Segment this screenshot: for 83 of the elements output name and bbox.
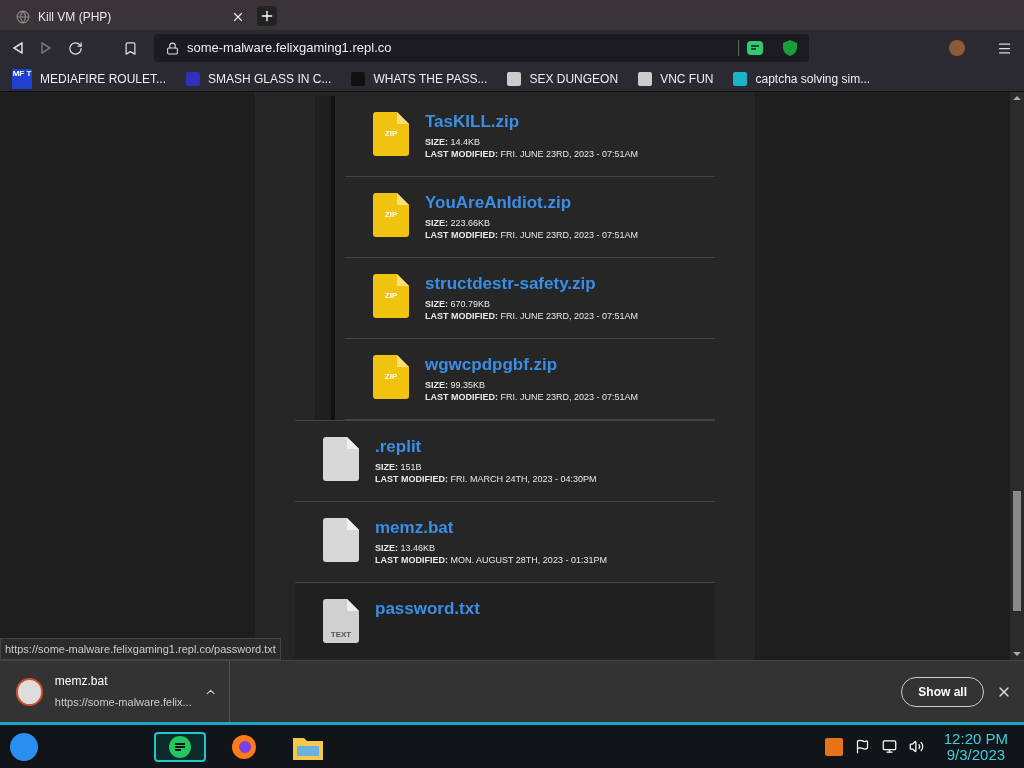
tab-title: Kill VM (PHP) — [38, 9, 113, 26]
bookmark-icon[interactable] — [123, 40, 138, 56]
bookmark-label: captcha solving sim... — [755, 70, 871, 88]
favicon-icon — [186, 71, 201, 86]
favicon-icon — [507, 71, 522, 86]
favicon-icon — [351, 71, 366, 86]
plus-icon — [259, 8, 275, 24]
start-button[interactable] — [8, 730, 40, 763]
bookmark-label: VNC FUN — [660, 70, 714, 88]
file-link[interactable]: YouAreAnIdiot.zip — [425, 193, 639, 213]
flag-icon[interactable] — [854, 739, 870, 754]
file-link[interactable]: memz.bat — [375, 518, 607, 538]
bookmark-item[interactable]: captcha solving sim... — [733, 69, 871, 88]
forward-icon[interactable] — [40, 42, 52, 54]
download-url: https://some-malware.felix... — [54, 695, 192, 711]
chat-app-icon — [169, 735, 191, 758]
address-text: some-malware.felixgaming1.repl.co — [187, 39, 393, 58]
bookmark-favicon: MF T — [12, 68, 32, 89]
address-bar[interactable]: some-malware.felixgaming1.repl.co — [154, 34, 809, 62]
file-link[interactable]: structdestr-safety.zip — [425, 274, 639, 294]
file-size: SIZE: 670.79KB — [425, 298, 492, 310]
scroll-down-icon[interactable] — [1013, 652, 1021, 656]
zip-file-icon — [373, 112, 409, 156]
file-modified-date: LAST MODIFIED: FRI. JUNE 23RD, 2023 - 07:51AM — [425, 229, 639, 241]
profile-avatar[interactable] — [949, 40, 965, 56]
bookmark-item[interactable]: VNC FUN — [638, 69, 714, 88]
shield-icon[interactable] — [783, 40, 797, 56]
new-tab-button[interactable] — [257, 6, 277, 26]
file-type-label: ZIP — [383, 371, 399, 383]
clock-time: 12:20 PM — [943, 730, 1008, 747]
browser-app-icon — [231, 733, 257, 760]
close-icon[interactable] — [231, 10, 245, 24]
bookmark-item[interactable]: WHATS THE PASS... — [351, 69, 488, 88]
file-size: SIZE: 223.66KB — [425, 217, 492, 229]
taskbar-app-button[interactable] — [154, 731, 206, 762]
file-icon — [323, 437, 359, 481]
favicon-icon — [638, 71, 653, 86]
zip-file-icon — [373, 355, 409, 399]
file-modified-date: LAST MODIFIED: FRI. JUNE 23RD, 2023 - 07:51AM — [425, 310, 639, 322]
lock-icon — [166, 41, 179, 55]
file-size: SIZE: 99.35KB — [425, 379, 487, 391]
file-size: SIZE: 151B — [375, 461, 423, 473]
scroll-up-icon[interactable] — [1013, 96, 1021, 100]
text-file-icon — [323, 599, 359, 643]
favicon-icon — [733, 71, 748, 86]
bookmark-label: SMASH GLASS IN C... — [208, 70, 332, 88]
zip-file-icon — [373, 274, 409, 318]
file-type-label: TEXT — [329, 629, 353, 641]
file-type-label: ZIP — [383, 128, 399, 140]
file-link[interactable]: password.txt — [375, 599, 480, 619]
bookmark-item[interactable]: SEX DUNGEON — [507, 69, 619, 88]
bookmark-label: WHATS THE PASS... — [373, 70, 488, 88]
tray-app-icon[interactable] — [824, 737, 843, 756]
file-link[interactable]: TasKILL.zip — [425, 112, 639, 132]
file-type-label: ZIP — [383, 290, 399, 302]
menu-icon[interactable] — [997, 40, 1012, 56]
network-icon[interactable] — [881, 739, 897, 754]
link-status-url: https://some-malware.felixgaming1.repl.co/password.txt — [0, 637, 281, 660]
file-type-label: ZIP — [383, 209, 399, 221]
chat-extension-icon[interactable] — [747, 41, 763, 55]
file-size: SIZE: 14.4KB — [425, 136, 482, 148]
file-size: SIZE: 13.46KB — [375, 542, 437, 554]
bookmark-item[interactable]: MF T MEDIAFIRE ROULET... — [12, 68, 167, 89]
back-icon[interactable] — [12, 42, 24, 54]
bookmark-label: SEX DUNGEON — [529, 70, 619, 88]
scrollbar[interactable] — [1010, 92, 1024, 660]
file-icon — [323, 518, 359, 562]
file-modified-date: LAST MODIFIED: MON. AUGUST 28TH, 2023 - 01:31PM — [375, 554, 607, 566]
file-link[interactable]: .replit — [375, 437, 597, 457]
reload-icon[interactable] — [68, 40, 83, 56]
file-link[interactable]: wgwcpdpgbf.zip — [425, 355, 639, 375]
file-modified-date: LAST MODIFIED: FRI. JUNE 23RD, 2023 - 07:51AM — [425, 391, 639, 403]
volume-icon[interactable] — [908, 739, 924, 754]
bookmark-label: MEDIAFIRE ROULET... — [40, 70, 167, 88]
file-modified-date: LAST MODIFIED: FRI. JUNE 23RD, 2023 - 07:51AM — [425, 148, 639, 160]
scrollbar-thumb[interactable] — [1013, 491, 1021, 611]
bookmark-item[interactable]: SMASH GLASS IN C... — [186, 69, 332, 88]
globe-icon — [16, 10, 30, 24]
download-file-name: memz.bat — [54, 673, 109, 691]
file-modified-date: LAST MODIFIED: FRI. MARCH 24TH, 2023 - 04:30PM — [375, 473, 597, 485]
clock-date: 9/3/2023 — [946, 746, 1006, 763]
taskbar-clock[interactable]: 12:20 PM 9/3/2023 — [935, 730, 1016, 763]
zip-file-icon — [373, 193, 409, 237]
